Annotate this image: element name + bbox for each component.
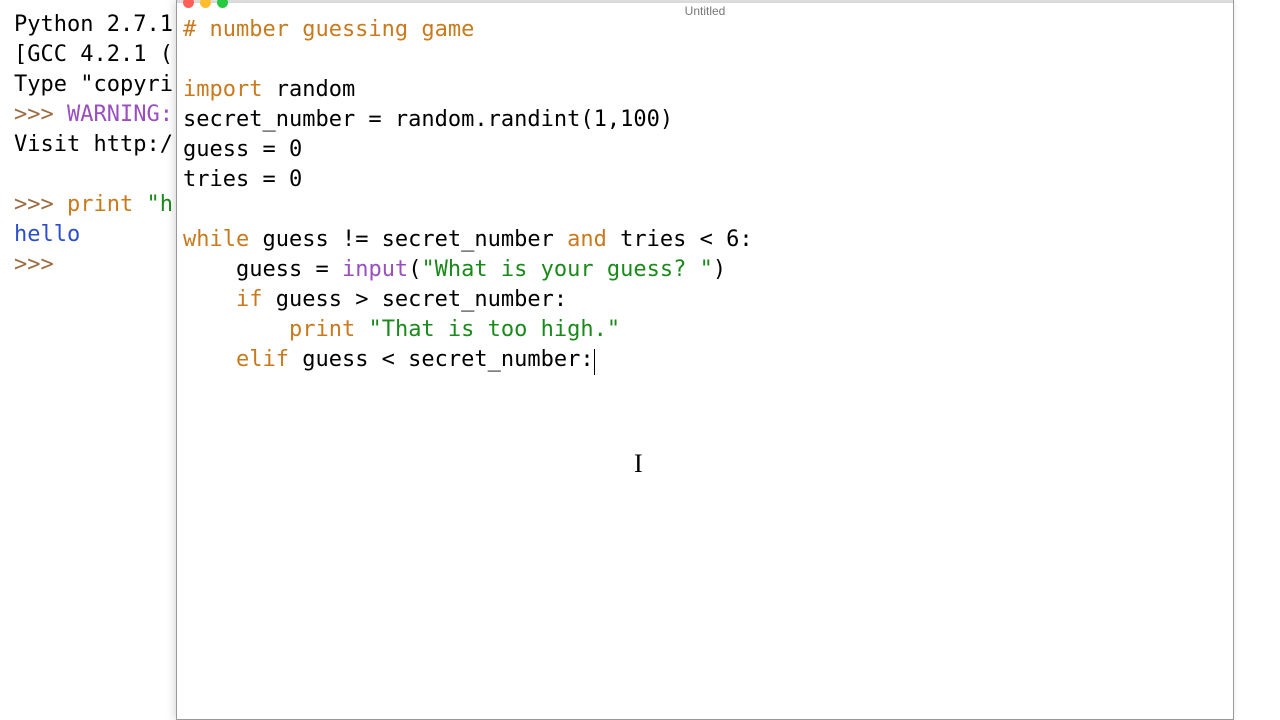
code-text: tries = 0 <box>183 167 302 192</box>
code-text: guess != secret_number <box>249 227 567 252</box>
shell-line: Python 2.7.1 <box>14 12 173 37</box>
code-comment: # number guessing game <box>183 17 474 42</box>
code-text: guess = <box>183 257 342 282</box>
shell-line: Type "copyri <box>14 72 173 97</box>
code-text: ) <box>713 257 726 282</box>
code-text <box>355 317 368 342</box>
editor-window[interactable]: Untitled # number guessing game import r… <box>176 0 1234 720</box>
keyword-and: and <box>567 227 607 252</box>
code-text: guess < secret_number: <box>289 347 594 372</box>
window-controls <box>183 0 228 8</box>
keyword-while: while <box>183 227 249 252</box>
shell-output: hello <box>14 222 80 247</box>
keyword-print: print <box>289 317 355 342</box>
keyword-if: if <box>183 287 262 312</box>
code-text: secret_number = random.randint(1,100) <box>183 107 673 132</box>
code-text: guess > secret_number: <box>262 287 567 312</box>
close-icon[interactable] <box>183 0 194 8</box>
minimize-icon[interactable] <box>200 0 211 8</box>
code-text: guess = 0 <box>183 137 302 162</box>
keyword-import: import <box>183 77 262 102</box>
code-text <box>183 317 289 342</box>
shell-prompt: >>> <box>14 102 67 127</box>
string-literal: "What is your guess? " <box>421 257 712 282</box>
string-literal: "That is too high." <box>368 317 620 342</box>
code-text: tries < 6: <box>607 227 753 252</box>
builtin-input: input <box>342 257 408 282</box>
mouse-ibeam-cursor: I <box>634 449 643 479</box>
text-cursor <box>594 349 595 375</box>
code-editor[interactable]: # number guessing game import random sec… <box>183 15 1227 719</box>
shell-prompt: >>> <box>14 252 67 277</box>
shell-line: [GCC 4.2.1 ( <box>14 42 173 67</box>
shell-warning: WARNING: <box>67 102 173 127</box>
code-text: random <box>262 77 355 102</box>
code-text: ( <box>408 257 421 282</box>
print-arg: "h <box>133 192 173 217</box>
print-keyword: print <box>67 192 133 217</box>
shell-prompt: >>> <box>14 192 67 217</box>
shell-line: Visit http:/ <box>14 132 173 157</box>
keyword-elif: elif <box>183 347 289 372</box>
zoom-icon[interactable] <box>217 0 228 8</box>
